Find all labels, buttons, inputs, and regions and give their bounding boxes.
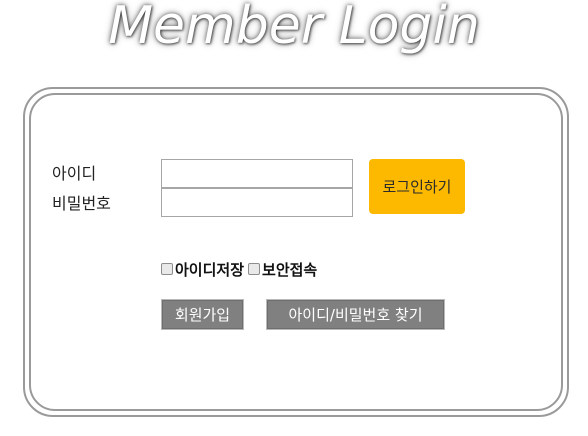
- login-button[interactable]: 로그인하기: [369, 159, 465, 214]
- save-id-checkbox[interactable]: [161, 263, 173, 275]
- save-id-option[interactable]: 아이디저장: [161, 259, 244, 280]
- page-title: Member Login: [108, 0, 480, 56]
- find-id-password-button[interactable]: 아이디/비밀번호 찾기: [266, 299, 445, 330]
- login-card: [23, 87, 569, 417]
- id-input[interactable]: [161, 159, 353, 188]
- login-card-inner-border: [29, 93, 563, 411]
- secure-login-option[interactable]: 보안접속: [248, 259, 317, 280]
- password-label: 비밀번호: [52, 194, 111, 213]
- secure-login-label: 보안접속: [262, 260, 318, 279]
- login-options: 아이디저장 보안접속: [161, 259, 321, 279]
- password-input[interactable]: [161, 188, 353, 217]
- secure-login-checkbox[interactable]: [248, 263, 261, 275]
- save-id-label: 아이디저장: [175, 260, 245, 279]
- join-button[interactable]: 회원가입: [161, 299, 244, 330]
- id-label: 아이디: [52, 164, 97, 183]
- login-page: Member Login 아이디 비밀번호 로그인하기 아이디저장 보안접속 회…: [0, 0, 588, 436]
